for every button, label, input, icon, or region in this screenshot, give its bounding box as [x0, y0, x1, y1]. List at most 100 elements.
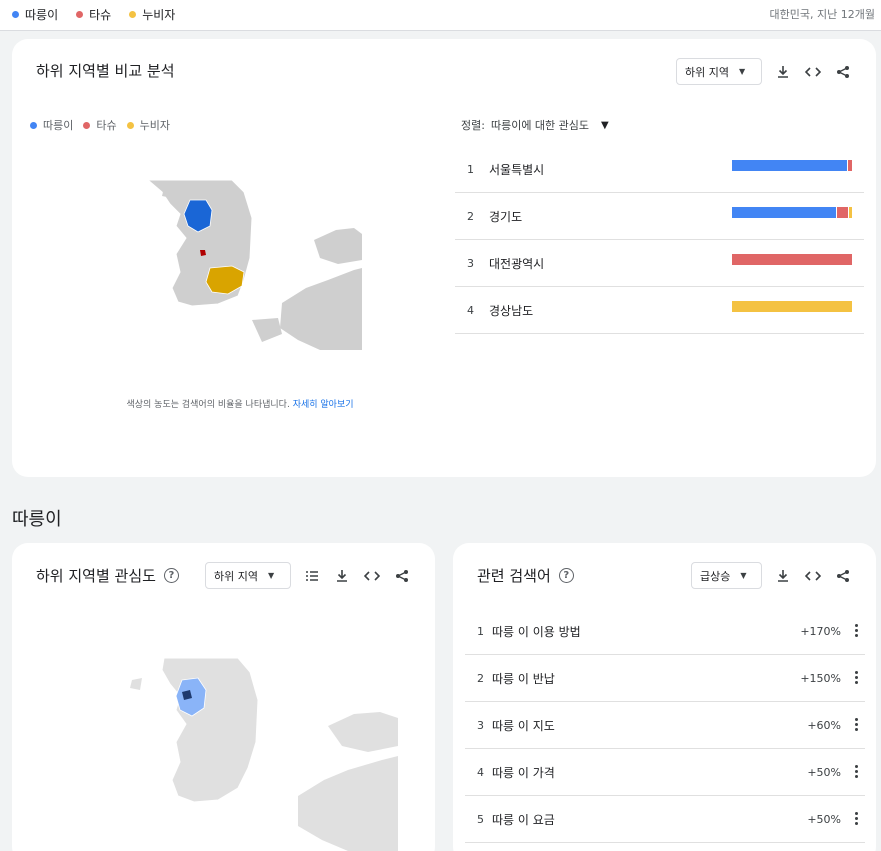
share-icon[interactable]	[832, 565, 854, 587]
query-change: +60%	[807, 718, 841, 732]
legend-item-ttareungi[interactable]: 따릉이	[12, 6, 58, 23]
query-change: +50%	[807, 765, 841, 779]
note-text: 색상의 농도는 검색어의 비율을 나타냅니다.	[126, 400, 290, 410]
rank-number: 4	[467, 303, 474, 317]
download-icon[interactable]	[331, 565, 353, 587]
rank-number: 2	[467, 209, 474, 223]
query-rank: 5	[477, 812, 484, 826]
embed-code-icon[interactable]	[361, 565, 383, 587]
related-card-header: 관련 검색어 ?	[477, 565, 574, 586]
share-segment	[848, 207, 852, 218]
related-query-row[interactable]: 5 따릉 이 요금 +50%	[465, 796, 865, 843]
region-dropdown[interactable]: 하위 지역 ▼	[676, 58, 762, 85]
sort-control[interactable]: 정렬: 따릉이에 대한 관심도 ▼	[461, 117, 609, 133]
region-rank-row[interactable]: 4 경상남도	[455, 287, 864, 334]
more-vert-icon[interactable]	[855, 718, 859, 733]
map-note: 색상의 농도는 검색어의 비율을 나타냅니다. 자세히 알아보기	[12, 397, 468, 410]
related-queries-list: 1 따릉 이 이용 방법 +170% 2 따릉 이 반납 +150% 3 따릉 이 지도 +60…	[465, 608, 865, 843]
region-rank-row[interactable]: 3 대전광역시	[455, 240, 864, 287]
related-query-row[interactable]: 4 따릉 이 가격 +50%	[465, 749, 865, 796]
interest-card-header: 하위 지역별 관심도 ?	[36, 565, 179, 586]
embed-code-icon[interactable]	[802, 565, 824, 587]
share-segment	[847, 160, 852, 171]
caret-down-icon: ▼	[740, 571, 747, 580]
region-name: 서울특별시	[489, 162, 545, 177]
region-name: 경기도	[489, 209, 523, 224]
query-text[interactable]: 따릉 이 반납	[492, 670, 555, 687]
share-segment	[732, 301, 852, 312]
query-text[interactable]: 따릉 이 지도	[492, 717, 555, 734]
region-rank-list: 1 서울특별시 2 경기도 3 대전광역시 4 경상남도	[455, 146, 864, 334]
related-query-row[interactable]: 2 따릉 이 반납 +150%	[465, 655, 865, 702]
more-vert-icon[interactable]	[855, 624, 859, 639]
top-legend: 따릉이 타슈 누비자	[12, 6, 175, 23]
korea-comparison-map[interactable]	[92, 178, 362, 350]
share-bar	[732, 207, 852, 218]
legend-item-nubija: 누비자	[126, 117, 170, 133]
related-card-title: 관련 검색어	[477, 567, 551, 585]
compare-legend: 따릉이 타슈 누비자	[30, 117, 170, 133]
share-icon[interactable]	[391, 565, 413, 587]
legend-item-ttareungi: 따릉이	[30, 117, 73, 133]
caret-down-icon: ▼	[267, 571, 275, 580]
legend-label: 타슈	[89, 8, 112, 22]
region-rank-row[interactable]: 2 경기도	[455, 193, 864, 240]
top-bar: 따릉이 타슈 누비자 대한민국, 지난 12개월	[0, 0, 881, 31]
series-dot-icon	[126, 121, 134, 129]
query-change: +170%	[800, 624, 841, 638]
region-name: 대전광역시	[489, 256, 545, 271]
dropdown-value: 하위 지역	[685, 65, 729, 79]
more-vert-icon[interactable]	[855, 765, 859, 780]
related-type-dropdown[interactable]: 급상승 ▼	[691, 562, 762, 589]
related-query-row[interactable]: 3 따릉 이 지도 +60%	[465, 702, 865, 749]
sort-value: 따릉이에 대한 관심도	[490, 119, 590, 132]
share-segment	[732, 160, 848, 171]
rank-number: 1	[467, 162, 474, 176]
sort-label: 정렬:	[461, 119, 485, 132]
caret-down-icon: ▼	[738, 67, 746, 76]
legend-label: 따릉이	[43, 119, 74, 132]
share-segment	[836, 207, 849, 218]
region-dropdown[interactable]: 하위 지역 ▼	[205, 562, 291, 589]
legend-item-nubija[interactable]: 누비자	[129, 6, 175, 23]
query-change: +50%	[807, 812, 841, 826]
more-vert-icon[interactable]	[855, 812, 859, 827]
dropdown-value: 하위 지역	[214, 569, 258, 583]
more-vert-icon[interactable]	[855, 671, 859, 686]
query-rank: 1	[477, 624, 484, 638]
legend-item-tashu[interactable]: 타슈	[76, 6, 111, 23]
share-bar	[732, 254, 852, 265]
legend-label: 따릉이	[25, 8, 59, 22]
query-text[interactable]: 따릉 이 이용 방법	[492, 623, 581, 640]
help-icon[interactable]: ?	[558, 568, 574, 583]
download-icon[interactable]	[772, 61, 794, 83]
query-rank: 2	[477, 671, 484, 685]
share-segment	[732, 207, 837, 218]
legend-label: 누비자	[139, 119, 170, 132]
series-dot-icon	[30, 121, 37, 129]
scope-label: 대한민국, 지난 12개월	[769, 8, 875, 21]
korea-interest-map[interactable]	[128, 656, 398, 851]
series-dot-icon	[83, 121, 91, 129]
learn-more-link[interactable]: 자세히 알아보기	[293, 400, 354, 410]
series-dot-icon	[129, 11, 137, 18]
caret-down-icon: ▼	[601, 119, 609, 131]
embed-code-icon[interactable]	[802, 61, 824, 83]
query-text[interactable]: 따릉 이 가격	[492, 764, 555, 781]
related-query-row[interactable]: 1 따릉 이 이용 방법 +170%	[465, 608, 865, 655]
share-segment	[732, 254, 852, 265]
compare-card-title: 하위 지역별 비교 분석	[36, 62, 175, 80]
share-icon[interactable]	[832, 61, 854, 83]
interest-card-title: 하위 지역별 관심도	[36, 567, 156, 585]
query-rank: 4	[477, 765, 484, 779]
query-rank: 3	[477, 718, 484, 732]
legend-label: 타슈	[96, 119, 117, 132]
region-name: 경상남도	[489, 303, 534, 318]
help-icon[interactable]: ?	[163, 568, 179, 583]
download-icon[interactable]	[772, 565, 794, 587]
query-text[interactable]: 따릉 이 요금	[492, 811, 555, 828]
dropdown-value: 급상승	[700, 569, 731, 583]
region-rank-row[interactable]: 1 서울특별시	[455, 146, 864, 193]
section-title: 따릉이	[12, 509, 62, 530]
list-view-icon[interactable]	[301, 565, 323, 587]
